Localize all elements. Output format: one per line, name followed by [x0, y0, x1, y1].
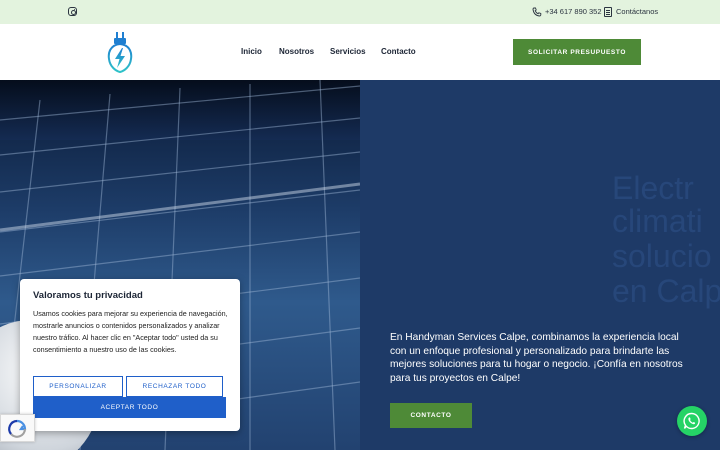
- whatsapp-chat-button[interactable]: [677, 406, 707, 436]
- hero-heading-line-1: Electr: [612, 170, 694, 206]
- site-header: Inicio Nosotros Servicios Contacto SOLIC…: [0, 24, 720, 80]
- nav-contacto[interactable]: Contacto: [381, 47, 416, 56]
- nav-servicios[interactable]: Servicios: [330, 47, 366, 56]
- cookie-body: Usamos cookies para mejorar su experienc…: [33, 309, 228, 355]
- nav-inicio[interactable]: Inicio: [241, 47, 262, 56]
- recaptcha-icon: [8, 419, 27, 438]
- reject-all-button[interactable]: RECHAZAR TODO: [126, 376, 223, 397]
- customize-button[interactable]: PERSONALIZAR: [33, 376, 123, 397]
- accept-all-button[interactable]: ACEPTAR TODO: [33, 397, 226, 418]
- hero-heading-line-4: en Calp: [612, 273, 720, 309]
- lightning-plug-logo[interactable]: [106, 31, 134, 73]
- phone-icon: [532, 7, 542, 17]
- whatsapp-icon: [683, 412, 700, 430]
- document-icon: [604, 7, 612, 17]
- hero-heading-line-2: climati: [612, 203, 703, 239]
- phone-number-link[interactable]: +34 617 890 352: [545, 7, 602, 16]
- cookie-title: Valoramos tu privacidad: [33, 290, 143, 301]
- request-quote-button[interactable]: SOLICITAR PRESUPUESTO: [513, 39, 641, 65]
- hero-description: En Handyman Services Calpe, combinamos l…: [390, 332, 683, 384]
- instagram-icon[interactable]: [68, 7, 77, 16]
- contact-button[interactable]: CONTACTO: [390, 403, 472, 428]
- top-bar: +34 617 890 352 Contáctanos: [0, 0, 720, 24]
- cookie-consent-dialog: Valoramos tu privacidad Usamos cookies p…: [20, 279, 240, 431]
- contact-link[interactable]: Contáctanos: [616, 7, 658, 16]
- nav-nosotros[interactable]: Nosotros: [279, 47, 314, 56]
- recaptcha-badge[interactable]: [0, 414, 35, 442]
- hero-heading-line-3: solucio: [612, 238, 712, 274]
